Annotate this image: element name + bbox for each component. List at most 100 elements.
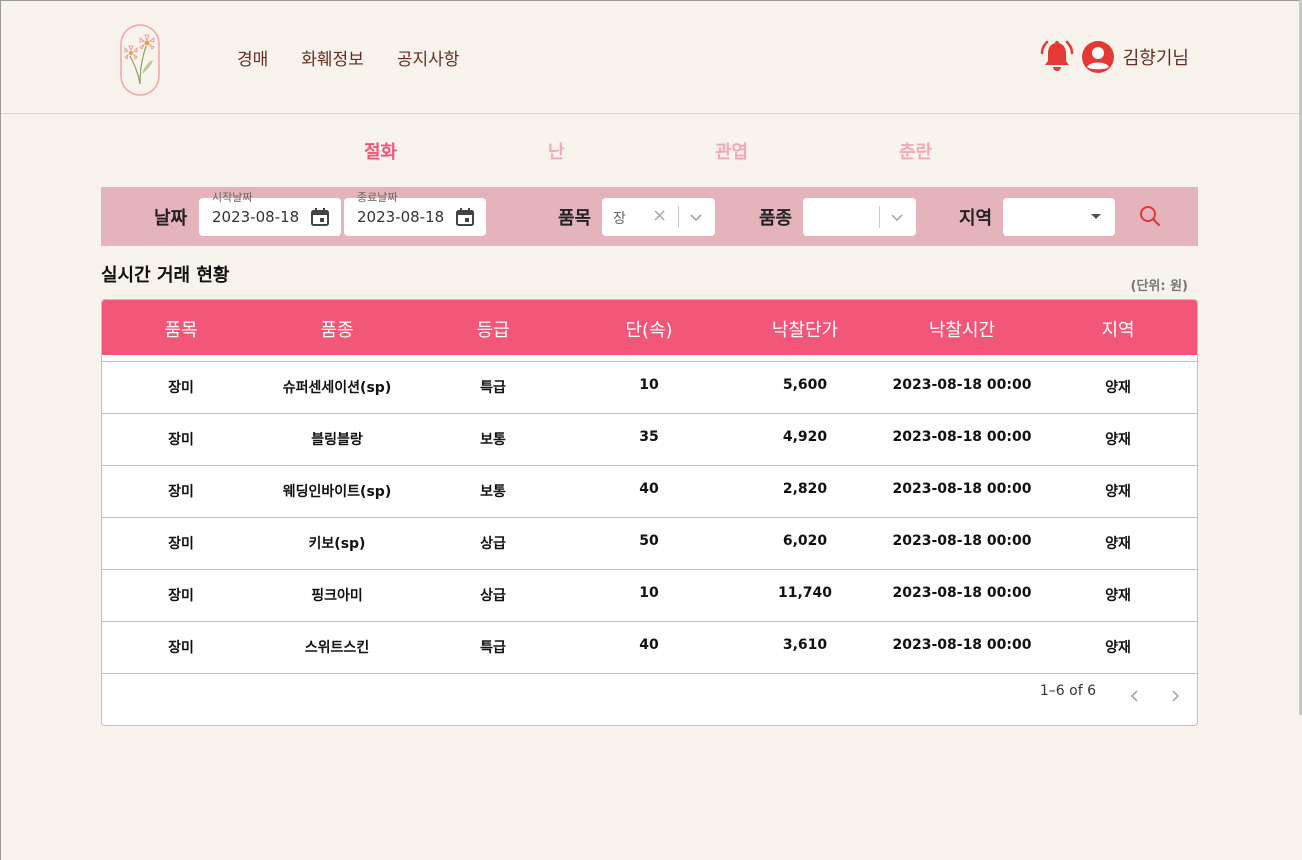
cell-item: 장미 [168, 640, 194, 656]
cell-grade: 상급 [480, 536, 506, 552]
item-select[interactable]: 장 × [602, 198, 715, 236]
region-select[interactable] [1003, 198, 1115, 236]
section-title: 실시간 거래 현황 [101, 265, 230, 286]
cell-time: 2023-08-18 00:00 [892, 481, 1032, 497]
end-date-value[interactable]: 2023-08-18 [357, 208, 444, 226]
cell-time: 2023-08-18 00:00 [892, 585, 1032, 601]
chevron-down-icon[interactable] [890, 210, 904, 224]
cell-grade: 보통 [480, 484, 506, 500]
search-icon[interactable] [1138, 204, 1162, 228]
cell-region: 양재 [1105, 640, 1131, 656]
cell-item: 장미 [168, 432, 194, 448]
cell-variety: 핑크아미 [311, 588, 363, 604]
table-header: 품목 품종 등급 단(속) 낙찰단가 낙찰시간 지역 [102, 300, 1197, 355]
cell-region: 양재 [1105, 432, 1131, 448]
header-item[interactable]: 품목 [103, 316, 259, 342]
cell-item: 장미 [168, 536, 194, 552]
calendar-icon[interactable] [455, 207, 475, 227]
cell-price: 6,020 [782, 533, 828, 549]
pagination: 1–6 of 6 [102, 673, 1197, 725]
cell-price: 2,820 [782, 481, 828, 497]
end-date-legend: 종료날짜 [354, 189, 401, 205]
cell-item: 장미 [168, 588, 194, 604]
tab-cut-flower[interactable]: 절화 [364, 138, 397, 164]
cell-grade: 특급 [480, 640, 506, 656]
start-date-field[interactable]: 시작날짜 2023-08-18 [199, 189, 341, 236]
start-date-value[interactable]: 2023-08-18 [212, 208, 299, 226]
variety-select[interactable] [803, 198, 916, 236]
cell-grade: 보통 [480, 432, 506, 448]
table-row[interactable]: 장미 키보(sp) 상급 50 6,020 2023-08-18 00:00 양… [102, 517, 1197, 569]
chevron-left-icon[interactable] [1128, 689, 1142, 703]
cell-variety: 키보(sp) [308, 536, 366, 552]
filter-bar: 날짜 시작날짜 2023-08-18 종료날짜 2023-08-18 품목 장 … [101, 187, 1198, 246]
header-price[interactable]: 낙찰단가 [727, 316, 883, 342]
header-region[interactable]: 지역 [1040, 316, 1196, 342]
username[interactable]: 김향기님 [1123, 44, 1189, 70]
cell-time: 2023-08-18 00:00 [892, 533, 1032, 549]
cell-bundle: 50 [639, 533, 659, 549]
end-date-field[interactable]: 종료날짜 2023-08-18 [344, 189, 486, 236]
cell-variety: 슈퍼센세이션(sp) [282, 380, 392, 396]
cell-region: 양재 [1105, 588, 1131, 604]
table-row[interactable]: 장미 슈퍼센세이션(sp) 특급 10 5,600 2023-08-18 00:… [102, 361, 1197, 413]
nav-auction[interactable]: 경매 [237, 45, 268, 70]
cell-item: 장미 [168, 484, 194, 500]
cell-time: 2023-08-18 00:00 [892, 429, 1032, 445]
cell-region: 양재 [1105, 484, 1131, 500]
unit-label: (단위: 원) [1130, 279, 1189, 294]
item-select-value[interactable]: 장 [613, 208, 626, 228]
table-row[interactable]: 장미 핑크아미 상급 10 11,740 2023-08-18 00:00 양재 [102, 569, 1197, 621]
cell-item: 장미 [168, 380, 194, 396]
nav-notice[interactable]: 공지사항 [397, 45, 460, 70]
cell-variety: 블링블랑 [311, 432, 363, 448]
region-label: 지역 [959, 208, 993, 229]
cell-price: 11,740 [777, 585, 833, 601]
tab-orchid[interactable]: 난 [548, 138, 565, 164]
user-area: 김향기님 [1039, 39, 1189, 75]
page-info: 1–6 of 6 [1039, 683, 1096, 699]
cell-bundle: 10 [639, 377, 659, 393]
cell-time: 2023-08-18 00:00 [892, 637, 1032, 653]
cell-time: 2023-08-18 00:00 [892, 377, 1032, 393]
cell-grade: 상급 [480, 588, 506, 604]
calendar-icon[interactable] [310, 207, 330, 227]
logo-flower-icon[interactable] [120, 24, 160, 96]
start-date-legend: 시작날짜 [209, 189, 256, 205]
tab-spring-orchid[interactable]: 춘란 [899, 138, 932, 164]
table-row[interactable]: 장미 스위트스킨 특급 40 3,610 2023-08-18 00:00 양재 [102, 621, 1197, 674]
cell-region: 양재 [1105, 380, 1131, 396]
header-time[interactable]: 낙찰시간 [884, 316, 1040, 342]
header-bundle[interactable]: 단(속) [571, 316, 727, 342]
table-row[interactable]: 장미 블링블랑 보통 35 4,920 2023-08-18 00:00 양재 [102, 413, 1197, 465]
close-icon[interactable]: × [652, 205, 667, 226]
tab-foliage[interactable]: 관엽 [715, 138, 748, 164]
nav-flower-info[interactable]: 화훼정보 [301, 45, 364, 70]
table-body: 장미 슈퍼센세이션(sp) 특급 10 5,600 2023-08-18 00:… [102, 361, 1197, 674]
item-label: 품목 [558, 208, 592, 229]
cell-bundle: 35 [639, 429, 659, 445]
select-separator [879, 206, 880, 228]
cell-region: 양재 [1105, 536, 1131, 552]
table-row[interactable]: 장미 웨딩인바이트(sp) 보통 40 2,820 2023-08-18 00:… [102, 465, 1197, 517]
cell-variety: 웨딩인바이트(sp) [282, 484, 392, 500]
chevron-right-icon[interactable] [1168, 689, 1182, 703]
cell-price: 5,600 [782, 377, 828, 393]
chevron-down-icon[interactable] [689, 210, 703, 224]
cell-bundle: 10 [639, 585, 659, 601]
header-variety[interactable]: 품종 [259, 316, 415, 342]
trade-table: 품목 품종 등급 단(속) 낙찰단가 낙찰시간 지역 장미 슈퍼센세이션(sp)… [101, 299, 1198, 726]
header-grade[interactable]: 등급 [415, 316, 571, 342]
main-nav: 경매 화훼정보 공지사항 [237, 45, 459, 70]
cell-grade: 특급 [480, 380, 506, 396]
category-tabs: 절화 난 관엽 춘란 [0, 138, 1302, 164]
cell-bundle: 40 [639, 481, 659, 497]
select-separator [678, 206, 679, 228]
dropdown-arrow-icon[interactable] [1091, 214, 1101, 219]
user-avatar-icon[interactable] [1081, 40, 1115, 74]
date-label: 날짜 [154, 208, 188, 229]
variety-label: 품종 [759, 208, 793, 229]
cell-price: 3,610 [782, 637, 828, 653]
header: 경매 화훼정보 공지사항 김향기님 [1, 1, 1299, 114]
bell-icon[interactable] [1039, 39, 1075, 75]
